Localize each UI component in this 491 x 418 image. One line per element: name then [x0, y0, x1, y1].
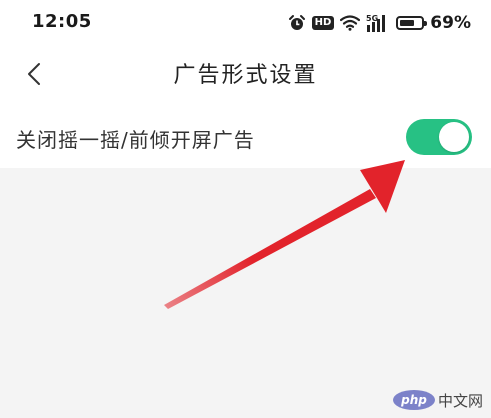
watermark: php 中文网 [392, 388, 483, 412]
battery-percent: 69% [430, 13, 471, 33]
arrow-shaft [164, 189, 376, 309]
signal-icon: 5G [366, 13, 390, 33]
php-logo: php [392, 390, 435, 410]
status-time: 12:05 [32, 11, 92, 32]
setting-label: 关闭摇一摇/前倾开屏广告 [16, 128, 255, 152]
hd-icon: HD [311, 16, 335, 30]
wifi-icon [340, 15, 361, 31]
alarm-icon [288, 14, 306, 32]
battery-icon [396, 16, 428, 30]
page-title: 广告形式设置 [173, 63, 318, 88]
toggle-switch[interactable] [406, 119, 472, 155]
status-icons: HD 5G 69% [282, 12, 471, 34]
network-label: 5G [366, 14, 378, 23]
watermark-text: 中文网 [437, 391, 483, 410]
nav-bar: 广告形式设置 [0, 48, 491, 100]
battery-fill [400, 20, 415, 26]
status-bar: 12:05 HD 5G 69% [0, 0, 491, 48]
toggle-knob [439, 122, 469, 152]
